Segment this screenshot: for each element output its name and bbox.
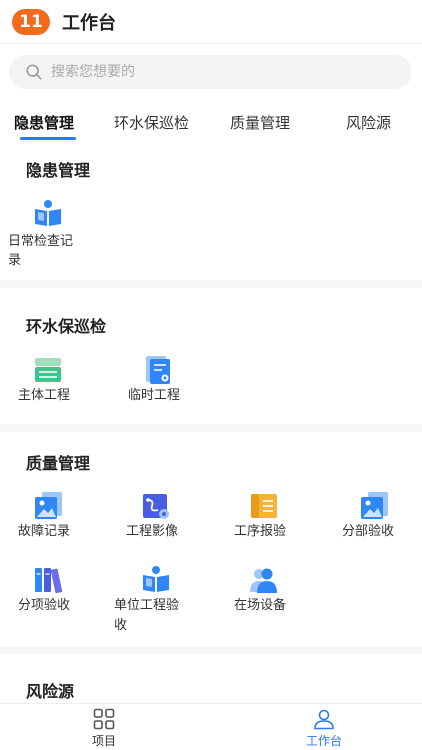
route-gear-icon (143, 494, 169, 519)
app-header: 11 工作台 (0, 0, 422, 44)
app-label: 分项验收 (18, 598, 71, 613)
section-title-quality: 质量管理 (26, 454, 91, 473)
tab-env-inspection[interactable]: 环水保巡检 (114, 112, 189, 133)
app-fault-record[interactable]: 故障记录 (0, 488, 100, 544)
app-label: 分部验收 (342, 524, 395, 539)
section-title-hazard: 隐患管理 (26, 161, 91, 180)
search-input[interactable] (51, 64, 371, 80)
app-label: 主体工程 (18, 388, 71, 403)
app-daily-inspection[interactable]: 日常检查记 录 (0, 196, 100, 276)
page-title: 工作台 (62, 12, 116, 34)
image-doc-icon (35, 492, 62, 519)
category-tabs: 隐患管理 环水保巡检 质量管理 风险源 (0, 106, 422, 142)
app-label-line2: 录 (8, 253, 22, 268)
app-label: 故障记录 (18, 524, 71, 539)
binders-icon (35, 568, 63, 594)
app-label-line1: 单位工程验 (114, 598, 180, 613)
grid-icon (93, 708, 115, 730)
app-unit-acceptance[interactable]: 单位工程验 收 (110, 562, 210, 638)
book-icon (35, 200, 61, 226)
nav-item-workbench[interactable]: 工作台 (274, 708, 374, 750)
section-divider (0, 646, 422, 654)
section-title-risk: 风险源 (26, 682, 75, 701)
search-icon (26, 64, 42, 80)
app-onsite-equipment[interactable]: 在场设备 (220, 562, 320, 618)
nav-label-workbench: 工作台 (305, 734, 342, 748)
app-label: 工序报验 (234, 524, 287, 539)
section-divider (0, 424, 422, 432)
app-division-acceptance[interactable]: 分部验收 (330, 488, 422, 544)
section-title-env: 环水保巡检 (26, 317, 107, 336)
count-badge: 11 (12, 8, 50, 35)
app-label: 工程影像 (126, 524, 179, 539)
app-label-line2: 收 (114, 618, 128, 633)
people-icon (250, 568, 277, 593)
tab-risk[interactable]: 风险源 (346, 112, 391, 133)
search-bar[interactable] (9, 55, 412, 89)
app-temporary-works[interactable]: 临时工程 (110, 352, 210, 408)
app-label-line1: 日常检查记 (8, 234, 74, 249)
section-divider (0, 280, 422, 288)
app-label: 临时工程 (128, 388, 181, 403)
nav-label-projects: 项目 (91, 734, 116, 748)
tab-active-indicator (20, 137, 76, 140)
image-doc-icon (361, 492, 388, 519)
app-main-works[interactable]: 主体工程 (0, 352, 100, 408)
user-icon (314, 709, 334, 730)
document-gear-icon (146, 356, 170, 384)
book-icon (143, 566, 169, 592)
app-label: 在场设备 (234, 598, 287, 613)
bottom-nav: 项目 工作台 (0, 703, 422, 750)
app-project-images[interactable]: 工程影像 (110, 488, 210, 544)
app-item-acceptance[interactable]: 分项验收 (0, 562, 100, 618)
server-icon (35, 358, 61, 382)
nav-item-projects[interactable]: 项目 (54, 708, 154, 750)
app-process-inspection[interactable]: 工序报验 (220, 488, 320, 544)
tab-hazard[interactable]: 隐患管理 (14, 112, 74, 133)
folder-icon (251, 494, 277, 518)
tab-quality[interactable]: 质量管理 (230, 112, 290, 133)
